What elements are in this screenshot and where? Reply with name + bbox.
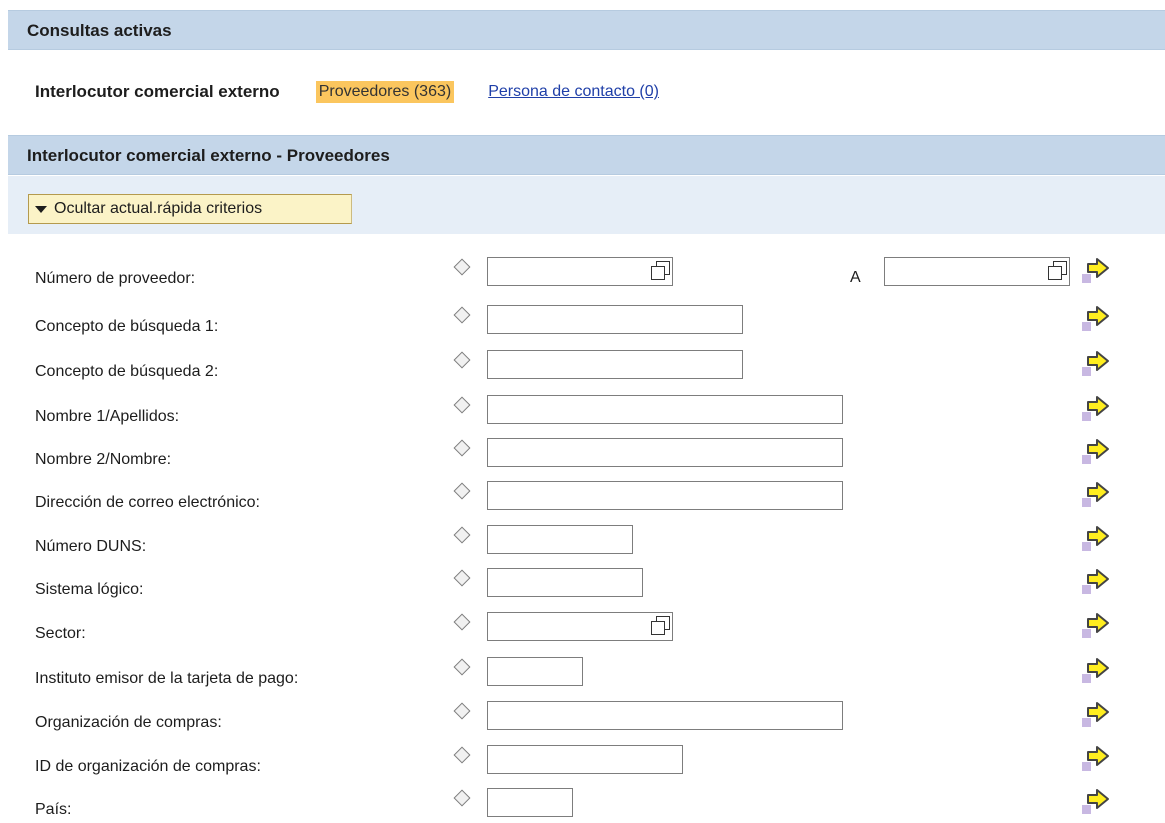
country-input[interactable] xyxy=(487,788,573,817)
criteria-row: Instituto emisor de la tarjeta de pago: xyxy=(0,652,1165,692)
diamond-icon[interactable] xyxy=(453,658,471,676)
criteria-row: Organización de compras: xyxy=(0,696,1165,736)
arrow-right-icon[interactable] xyxy=(1082,481,1112,509)
diamond-icon[interactable] xyxy=(453,613,471,631)
field-label: Concepto de búsqueda 1: xyxy=(35,318,219,335)
arrow-right-icon[interactable] xyxy=(1082,612,1112,640)
criteria-row: Nombre 1/Apellidos: xyxy=(0,390,1165,430)
diamond-icon[interactable] xyxy=(453,746,471,764)
name-2-input[interactable] xyxy=(487,438,843,467)
duns-number-input[interactable] xyxy=(487,525,633,554)
criteria-row: Sistema lógico: xyxy=(0,563,1165,603)
criteria-row: Concepto de búsqueda 2: xyxy=(0,345,1165,385)
hide-criteria-toggle[interactable]: Ocultar actual.rápida criterios xyxy=(28,194,352,224)
section-title: Consultas activas xyxy=(27,21,172,40)
sector-input[interactable] xyxy=(487,612,673,641)
criteria-row: Nombre 2/Nombre: xyxy=(0,433,1165,473)
value-help-icon[interactable] xyxy=(648,259,670,281)
field-label: Instituto emisor de la tarjeta de pago: xyxy=(35,670,299,687)
name-1-input[interactable] xyxy=(487,395,843,424)
card-issuer-input[interactable] xyxy=(487,657,583,686)
field-label: ID de organización de compras: xyxy=(35,758,261,775)
field-label: Número de proveedor: xyxy=(35,270,196,287)
arrow-right-icon[interactable] xyxy=(1082,788,1112,816)
arrow-right-icon[interactable] xyxy=(1082,568,1112,596)
diamond-icon[interactable] xyxy=(453,569,471,587)
supplier-number-to-input[interactable] xyxy=(884,257,1070,286)
arrow-right-icon[interactable] xyxy=(1082,525,1112,553)
diamond-icon[interactable] xyxy=(453,306,471,324)
search-term-2-input[interactable] xyxy=(487,350,743,379)
field-label: País: xyxy=(35,801,72,818)
email-input[interactable] xyxy=(487,481,843,510)
diamond-icon[interactable] xyxy=(453,526,471,544)
criteria-row: Sector: xyxy=(0,607,1165,647)
arrow-right-icon[interactable] xyxy=(1082,257,1112,285)
arrow-right-icon[interactable] xyxy=(1082,305,1112,333)
toggle-label: Ocultar actual.rápida criterios xyxy=(54,200,263,217)
diamond-icon[interactable] xyxy=(453,439,471,457)
arrow-right-icon[interactable] xyxy=(1082,745,1112,773)
field-label: Sistema lógico: xyxy=(35,581,144,598)
field-label: Concepto de búsqueda 2: xyxy=(35,363,219,380)
field-label: Organización de compras: xyxy=(35,714,222,731)
diamond-icon[interactable] xyxy=(453,351,471,369)
supplier-number-from-input[interactable] xyxy=(487,257,673,286)
criteria-row: Dirección de correo electrónico: xyxy=(0,476,1165,516)
value-help-icon[interactable] xyxy=(648,614,670,636)
section-header-suppliers: Interlocutor comercial externo - Proveed… xyxy=(8,135,1165,175)
arrow-right-icon[interactable] xyxy=(1082,395,1112,423)
tab-contact-person[interactable]: Persona de contacto (0) xyxy=(488,83,659,101)
arrow-right-icon[interactable] xyxy=(1082,438,1112,466)
criteria-row: País: xyxy=(0,783,1165,823)
diamond-icon[interactable] xyxy=(453,396,471,414)
diamond-icon[interactable] xyxy=(453,702,471,720)
value-help-icon[interactable] xyxy=(1045,259,1067,281)
diamond-icon[interactable] xyxy=(453,258,471,276)
criteria-row: Número de proveedor: A xyxy=(0,252,1165,292)
field-label: Nombre 2/Nombre: xyxy=(35,451,172,468)
section-title: Interlocutor comercial externo - Proveed… xyxy=(27,146,390,165)
triangle-down-icon xyxy=(35,205,47,213)
criteria-row: Número DUNS: xyxy=(0,520,1165,560)
field-label: Sector: xyxy=(35,625,86,642)
criteria-row: ID de organización de compras: xyxy=(0,740,1165,780)
tab-suppliers[interactable]: Proveedores (363) xyxy=(315,81,455,103)
purchasing-org-input[interactable] xyxy=(487,701,843,730)
diamond-icon[interactable] xyxy=(453,789,471,807)
tabs-title: Interlocutor comercial externo xyxy=(35,82,280,101)
search-term-1-input[interactable] xyxy=(487,305,743,334)
logical-system-input[interactable] xyxy=(487,568,643,597)
section-header-active-queries: Consultas activas xyxy=(8,10,1165,50)
field-label: Número DUNS: xyxy=(35,538,147,555)
criteria-row: Concepto de búsqueda 1: xyxy=(0,300,1165,340)
range-to-label: A xyxy=(850,269,861,286)
purchasing-org-id-input[interactable] xyxy=(487,745,683,774)
diamond-icon[interactable] xyxy=(453,482,471,500)
arrow-right-icon[interactable] xyxy=(1082,350,1112,378)
arrow-right-icon[interactable] xyxy=(1082,701,1112,729)
field-label: Nombre 1/Apellidos: xyxy=(35,408,180,425)
field-label: Dirección de correo electrónico: xyxy=(35,494,260,511)
query-tabs: Interlocutor comercial externo Proveedor… xyxy=(35,78,659,106)
arrow-right-icon[interactable] xyxy=(1082,657,1112,685)
